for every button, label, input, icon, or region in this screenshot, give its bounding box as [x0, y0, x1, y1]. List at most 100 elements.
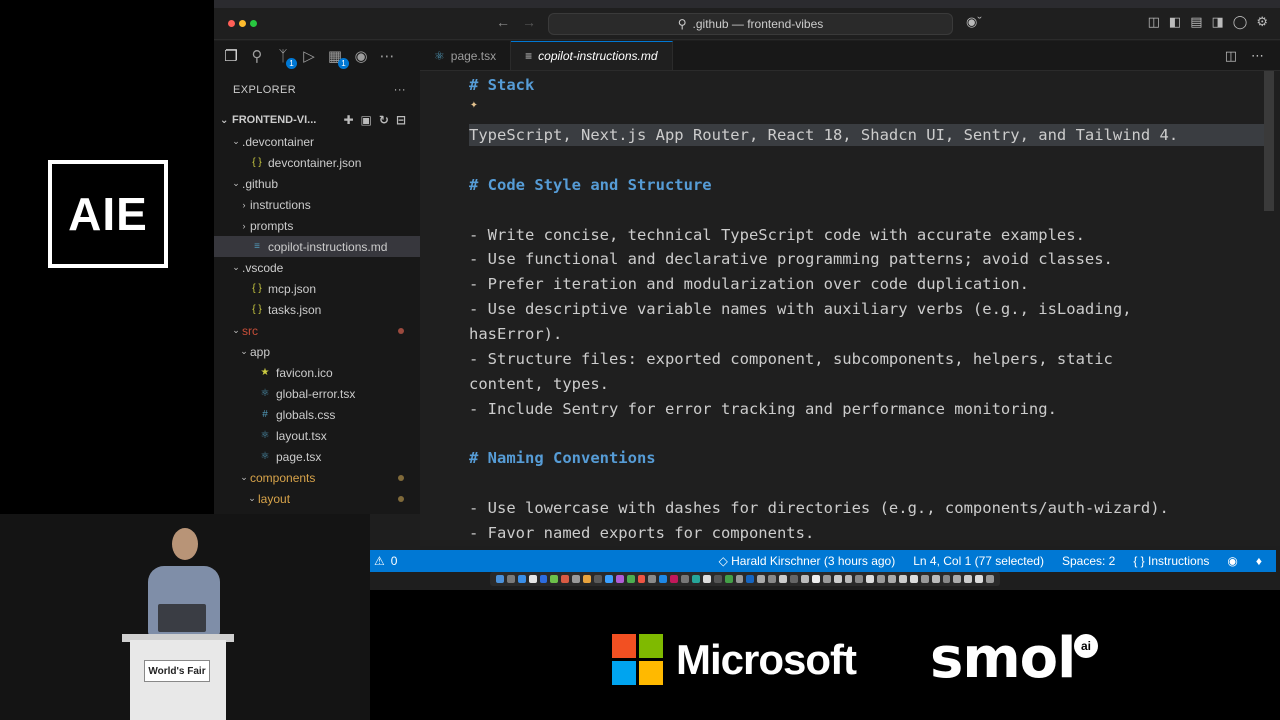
run-debug-icon[interactable]: ▷: [300, 47, 318, 65]
dock-app-icon[interactable]: [888, 575, 896, 583]
dock-app-icon[interactable]: [735, 575, 744, 583]
new-file-icon[interactable]: ✚: [343, 113, 353, 127]
scrollbar-thumb[interactable]: [1264, 71, 1274, 211]
warning-icon[interactable]: ⚠: [374, 554, 385, 568]
search-view-icon[interactable]: ⚲: [248, 47, 266, 65]
tree-file[interactable]: ⚛ layout.tsx: [214, 425, 420, 446]
dock-app-icon[interactable]: [746, 575, 755, 583]
tree-folder[interactable]: ⌄ .devcontainer: [214, 131, 420, 152]
dock-app-icon[interactable]: [670, 575, 679, 583]
git-blame[interactable]: ◇ Harald Kirschner (3 hours ago): [719, 554, 896, 568]
dock-app-icon[interactable]: [757, 575, 766, 583]
problems-count[interactable]: 0: [391, 554, 398, 568]
dock-app-icon[interactable]: [975, 575, 984, 583]
dock-app-icon[interactable]: [833, 575, 842, 583]
github-icon[interactable]: ◉: [352, 47, 370, 65]
tree-folder[interactable]: ⌄ src: [214, 320, 420, 341]
tree-folder[interactable]: ⌄ layout: [214, 488, 420, 509]
sparkle-icon[interactable]: ✦: [470, 97, 478, 112]
notifications-icon[interactable]: ♦: [1256, 554, 1262, 568]
dock-app-icon[interactable]: [604, 575, 613, 583]
dock-app-icon[interactable]: [822, 575, 831, 583]
tree-folder[interactable]: ⌄ components: [214, 467, 420, 488]
tree-folder[interactable]: › instructions: [214, 194, 420, 215]
back-arrow-icon[interactable]: ←: [496, 14, 510, 30]
dock-app-icon[interactable]: [648, 575, 657, 583]
dock-app-icon[interactable]: [496, 575, 504, 583]
dock-app-icon[interactable]: [779, 575, 788, 583]
dock-app-icon[interactable]: [626, 575, 635, 583]
maximize-window-button[interactable]: [250, 20, 257, 27]
dock-app-icon[interactable]: [506, 575, 515, 583]
more-views-icon[interactable]: ⋯: [378, 47, 396, 65]
split-editor-icon[interactable]: ◫: [1225, 48, 1237, 64]
dock-app-icon[interactable]: [920, 575, 929, 583]
dock-app-icon[interactable]: [953, 575, 962, 583]
dock-app-icon[interactable]: [659, 575, 668, 583]
dock-app-icon[interactable]: [713, 575, 722, 583]
dock-app-icon[interactable]: [898, 575, 907, 583]
code-editor[interactable]: # Stack TypeScript, Next.js App Router, R…: [420, 71, 1280, 546]
dock-app-icon[interactable]: [724, 575, 733, 583]
tree-file[interactable]: { } mcp.json: [214, 278, 420, 299]
dock-app-icon[interactable]: [539, 575, 548, 583]
refresh-icon[interactable]: ↻: [379, 113, 389, 127]
dock-app-icon[interactable]: [942, 575, 951, 583]
dock-app-icon[interactable]: [866, 575, 875, 583]
dock-app-icon[interactable]: [790, 575, 798, 583]
dock-app-icon[interactable]: [615, 575, 624, 583]
tree-file[interactable]: ≡ copilot-instructions.md: [214, 236, 420, 257]
tree-file[interactable]: ⚛ global-error.tsx: [214, 383, 420, 404]
toggle-sidebar-icon[interactable]: ◧: [1169, 14, 1181, 30]
toggle-panel-icon[interactable]: ▤: [1190, 14, 1202, 30]
tree-folder[interactable]: ⌄ .github: [214, 173, 420, 194]
dock-app-icon[interactable]: [594, 575, 602, 583]
tree-folder[interactable]: ⌄ .vscode: [214, 257, 420, 278]
dock-app-icon[interactable]: [877, 575, 886, 583]
workspace-folder-header[interactable]: ⌄ FRONTEND-VI... ✚ ▣ ↻ ⊟: [214, 109, 420, 131]
tree-file[interactable]: # globals.css: [214, 404, 420, 425]
source-control-icon[interactable]: ᛉ1: [274, 47, 297, 69]
copilot-icon[interactable]: ◉ˇ: [966, 14, 982, 30]
tab-copilot-instructions[interactable]: ≡ copilot-instructions.md: [511, 41, 673, 70]
dock-app-icon[interactable]: [931, 575, 940, 583]
command-center-search[interactable]: ⚲ .github — frontend-vibes: [548, 13, 953, 35]
indentation[interactable]: Spaces: 2: [1062, 554, 1115, 568]
language-mode[interactable]: { } Instructions: [1133, 554, 1209, 568]
dock-app-icon[interactable]: [561, 575, 570, 583]
dock-app-icon[interactable]: [909, 575, 918, 583]
tree-file[interactable]: { } tasks.json: [214, 299, 420, 320]
new-folder-icon[interactable]: ▣: [361, 113, 372, 127]
editor-more-icon[interactable]: ⋯: [1251, 48, 1264, 64]
gear-icon[interactable]: ⚙: [1256, 14, 1268, 30]
dock-app-icon[interactable]: [572, 575, 581, 583]
tree-folder[interactable]: › prompts: [214, 215, 420, 236]
tree-file[interactable]: ⚛ page.tsx: [214, 446, 420, 467]
dock-app-icon[interactable]: [811, 575, 820, 583]
collapse-all-icon[interactable]: ⊟: [396, 113, 406, 127]
dock-app-icon[interactable]: [702, 575, 711, 583]
dock-app-icon[interactable]: [855, 575, 864, 583]
dock-app-icon[interactable]: [692, 575, 700, 583]
copilot-status-icon[interactable]: ◉: [1227, 554, 1237, 568]
tree-folder[interactable]: ⌄ app: [214, 341, 420, 362]
cursor-position[interactable]: Ln 4, Col 1 (77 selected): [913, 554, 1044, 568]
toggle-secondary-sidebar-icon[interactable]: ◨: [1211, 14, 1223, 30]
explorer-icon[interactable]: ❐: [222, 47, 240, 65]
tab-page-tsx[interactable]: ⚛ page.tsx: [420, 41, 512, 70]
dock-app-icon[interactable]: [583, 575, 592, 583]
dock-app-icon[interactable]: [964, 575, 973, 583]
dock-app-icon[interactable]: [844, 575, 853, 583]
close-window-button[interactable]: [228, 20, 235, 27]
account-icon[interactable]: ◯: [1233, 14, 1248, 30]
minimize-window-button[interactable]: [239, 20, 246, 27]
dock-app-icon[interactable]: [768, 575, 777, 583]
dock-app-icon[interactable]: [517, 575, 526, 583]
dock-app-icon[interactable]: [986, 575, 994, 583]
dock-app-icon[interactable]: [528, 575, 537, 583]
dock-app-icon[interactable]: [681, 575, 690, 583]
dock-app-icon[interactable]: [637, 575, 646, 583]
extensions-icon[interactable]: ▦ 1: [326, 47, 349, 69]
tree-file[interactable]: { } devcontainer.json: [214, 152, 420, 173]
dock-app-icon[interactable]: [550, 575, 559, 583]
